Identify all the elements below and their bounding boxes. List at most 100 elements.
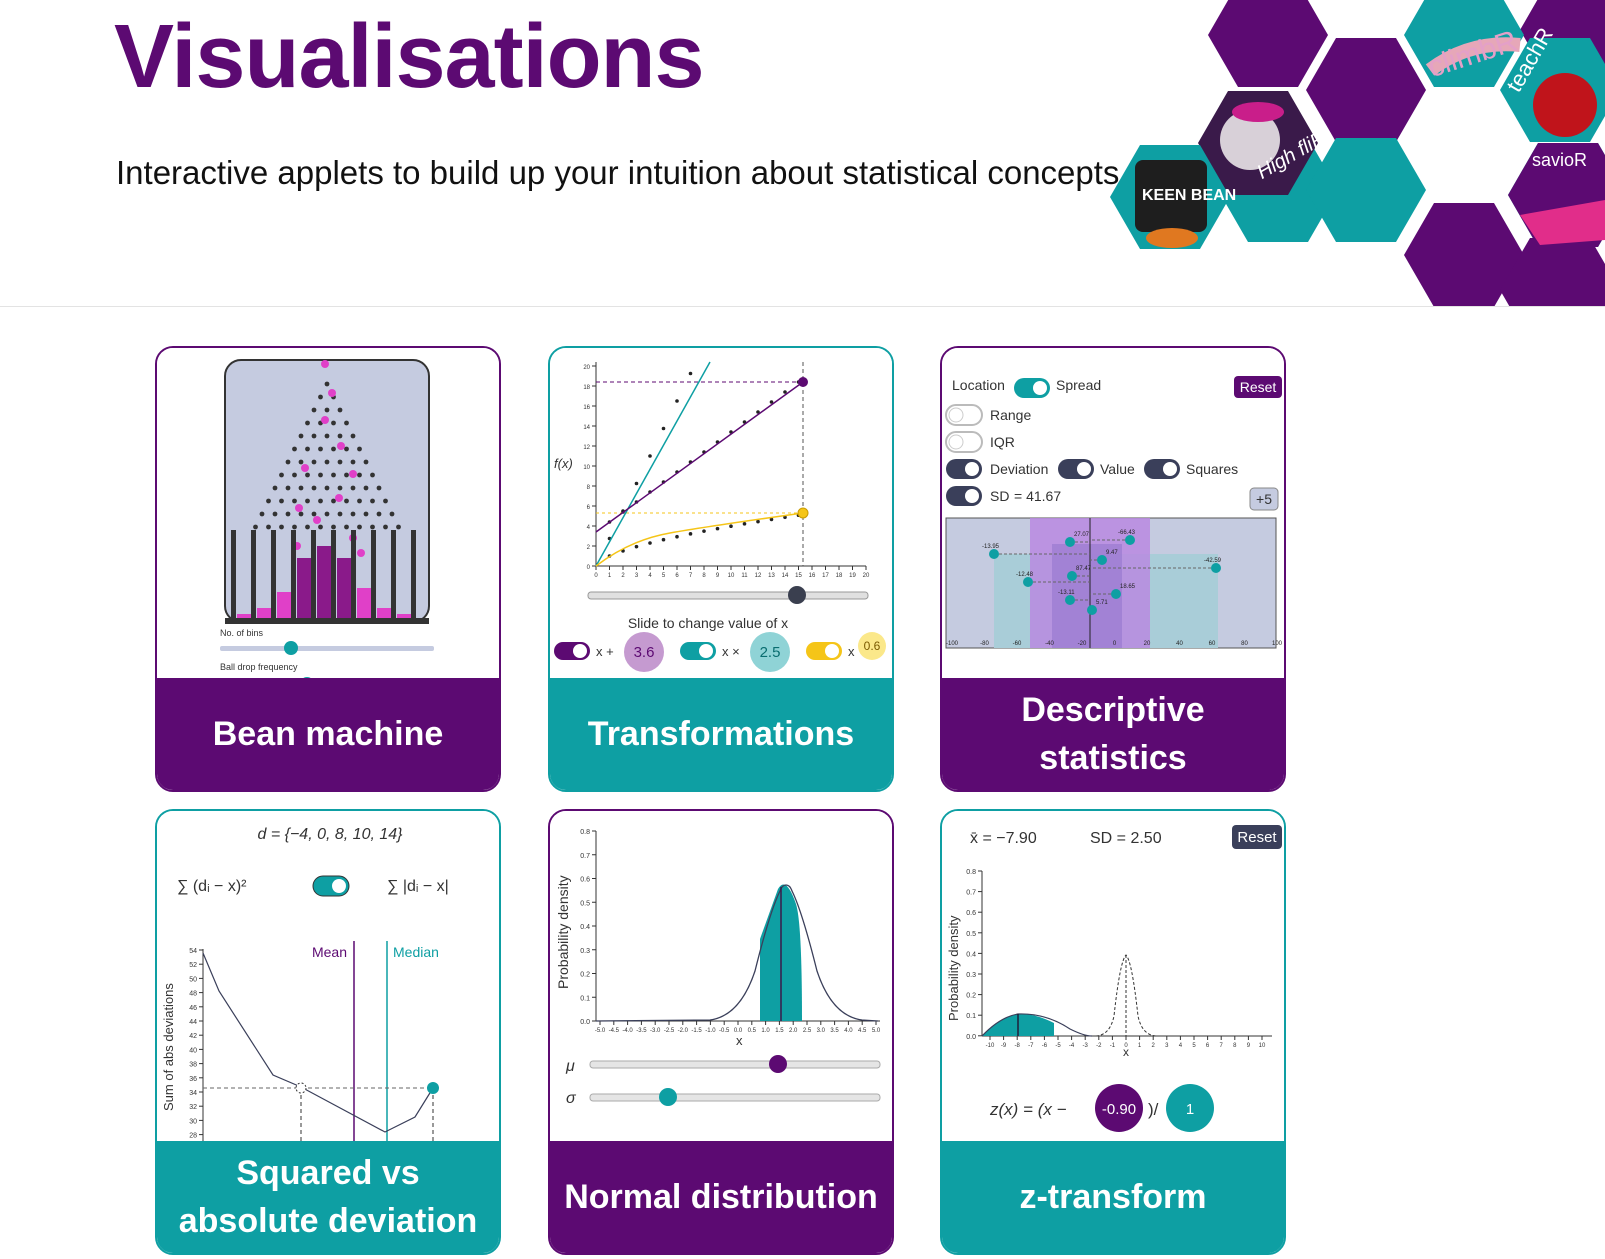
x-tick-label: 1 — [608, 573, 612, 579]
x-tick-label: 8 — [1233, 1043, 1237, 1049]
x-tick-label: -6 — [1042, 1043, 1048, 1049]
card-descriptive-statistics[interactable]: Location Spread Reset Range IQR Deviatio… — [940, 346, 1286, 792]
peg — [370, 498, 375, 504]
x-tick-label: 2.5 — [803, 1028, 812, 1034]
peg — [376, 485, 382, 491]
y-tick-label: 44 — [189, 1019, 197, 1026]
svg-text:Squares: Squares — [1186, 461, 1238, 477]
peg — [298, 511, 304, 517]
x-tick-label: 6 — [675, 573, 679, 579]
peg — [331, 498, 336, 504]
data-point[interactable] — [1111, 589, 1121, 599]
data-point[interactable] — [989, 549, 999, 559]
peg — [376, 511, 382, 517]
data-point[interactable] — [1087, 605, 1097, 615]
x-slider-track[interactable] — [587, 591, 869, 600]
y-tick-label: 52 — [189, 962, 197, 969]
x-tick-label: -10 — [986, 1043, 995, 1049]
card-normal-distribution[interactable]: Probability density 0.8 0.7 0.6 0.5 0.4 0.3 0.… — [548, 809, 894, 1255]
peg — [305, 472, 310, 478]
ball — [335, 494, 343, 502]
mu-slider-thumb[interactable] — [769, 1055, 787, 1073]
data-point[interactable] — [1097, 555, 1107, 565]
x-tick-label: 3 — [1165, 1043, 1169, 1049]
peg — [318, 472, 323, 478]
x-tick-label: 5.0 — [872, 1028, 881, 1034]
peg — [285, 511, 291, 517]
y-tick-label: 42 — [189, 1033, 197, 1040]
data-point[interactable] — [1211, 563, 1221, 573]
card-label: Transformations — [550, 678, 892, 790]
ball — [357, 549, 365, 557]
y-tick-label: 40 — [189, 1047, 197, 1054]
deviation-label: -66.43 — [1118, 530, 1136, 536]
peg — [305, 524, 310, 530]
y-tick-label: 6 — [587, 505, 591, 511]
x-tick-label: 9 — [1247, 1043, 1251, 1049]
density-axis-label: Probability density — [555, 875, 571, 989]
y-tick-label: 8 — [587, 485, 591, 491]
data-point[interactable] — [1067, 571, 1077, 581]
data-point[interactable] — [1065, 537, 1075, 547]
op-times[interactable]: x × 2.5 — [680, 632, 790, 672]
y-tick-label: 0.5 — [966, 931, 976, 938]
z-transform-preview: x̄ = −7.90 SD = 2.50 Reset Probability d… — [942, 811, 1284, 1145]
times-value: 2.5 — [760, 644, 781, 661]
mean-label: Mean — [312, 944, 347, 960]
data-point[interactable] — [1125, 535, 1135, 545]
y-tick-label: 0.4 — [580, 924, 590, 931]
savior-sticker: savioR — [1508, 143, 1605, 247]
power-point — [634, 544, 639, 549]
bins-slider-thumb[interactable] — [284, 641, 298, 655]
y-tick-label: 4 — [587, 525, 591, 531]
y-tick-label: 50 — [189, 976, 197, 983]
peg — [331, 446, 336, 452]
svg-text:1: 1 — [1186, 1101, 1194, 1118]
y-tick-label: 0.6 — [966, 910, 976, 917]
peg — [272, 485, 278, 491]
mu-slider-track[interactable] — [589, 1060, 881, 1069]
y-tick-label: 0.4 — [966, 951, 976, 958]
abs-curve-handle[interactable] — [427, 1082, 439, 1094]
axis-tick-label: -100 — [946, 641, 959, 647]
y-tick-label: 0.2 — [580, 972, 590, 979]
x-tick-label: -2 — [1096, 1043, 1102, 1049]
x-tick-label: 7 — [1220, 1043, 1224, 1049]
data-point[interactable] — [1023, 577, 1033, 587]
x-tick-label: 9 — [716, 573, 720, 579]
card-transformations[interactable]: 0 2 4 6 8 10 12 14 16 18 20 0 1 2 3 4 5 6 7 8 9 10 11 12 13 14 15 1… — [548, 346, 894, 792]
data-point[interactable] — [1065, 595, 1075, 605]
peg — [311, 433, 317, 439]
x-tick-label: 5 — [1192, 1043, 1196, 1049]
descriptive-statistics-preview: Location Spread Reset Range IQR Deviatio… — [942, 348, 1284, 682]
deviation-label: -12.48 — [1016, 572, 1034, 578]
bin-floor — [225, 618, 429, 624]
sigma-slider-track[interactable] — [589, 1093, 881, 1102]
axis-tick-label: 40 — [1176, 641, 1183, 647]
times-line — [595, 381, 804, 533]
y-tick-label: 20 — [583, 365, 590, 371]
sigma-slider-thumb[interactable] — [659, 1088, 677, 1106]
x-tick-label: -0.5 — [719, 1028, 730, 1034]
op-power[interactable]: x 0.6 — [806, 632, 886, 660]
bin-divider — [351, 530, 356, 620]
deviation-label: -13.95 — [982, 544, 1000, 550]
op-plus[interactable]: x + 3.6 — [554, 632, 664, 672]
x-tick-label: 4.0 — [844, 1028, 853, 1034]
card-squared-vs-absolute-deviation[interactable]: d = {−4, 0, 8, 10, 14} ∑ (dᵢ − x)² ∑ |dᵢ… — [155, 809, 501, 1255]
peg — [292, 472, 297, 478]
deviation-label: 27.07 — [1074, 532, 1090, 538]
peg — [344, 524, 349, 530]
bins-slider-track[interactable] — [220, 646, 434, 651]
plus-icon — [573, 644, 587, 658]
deviation-label: 18.65 — [1120, 584, 1136, 590]
card-bean-machine[interactable]: No. of bins Ball drop frequency Bean mac… — [155, 346, 501, 792]
svg-text:SD: SD — [990, 488, 1009, 504]
deviation-label: -13.11 — [1058, 590, 1075, 596]
peg — [350, 511, 356, 517]
x-tick-label: -5.0 — [595, 1028, 606, 1034]
card-z-transform[interactable]: x̄ = −7.90 SD = 2.50 Reset Probability d… — [940, 809, 1286, 1255]
x-slider-thumb[interactable] — [788, 586, 806, 604]
peg — [318, 498, 323, 504]
peg — [331, 420, 336, 426]
